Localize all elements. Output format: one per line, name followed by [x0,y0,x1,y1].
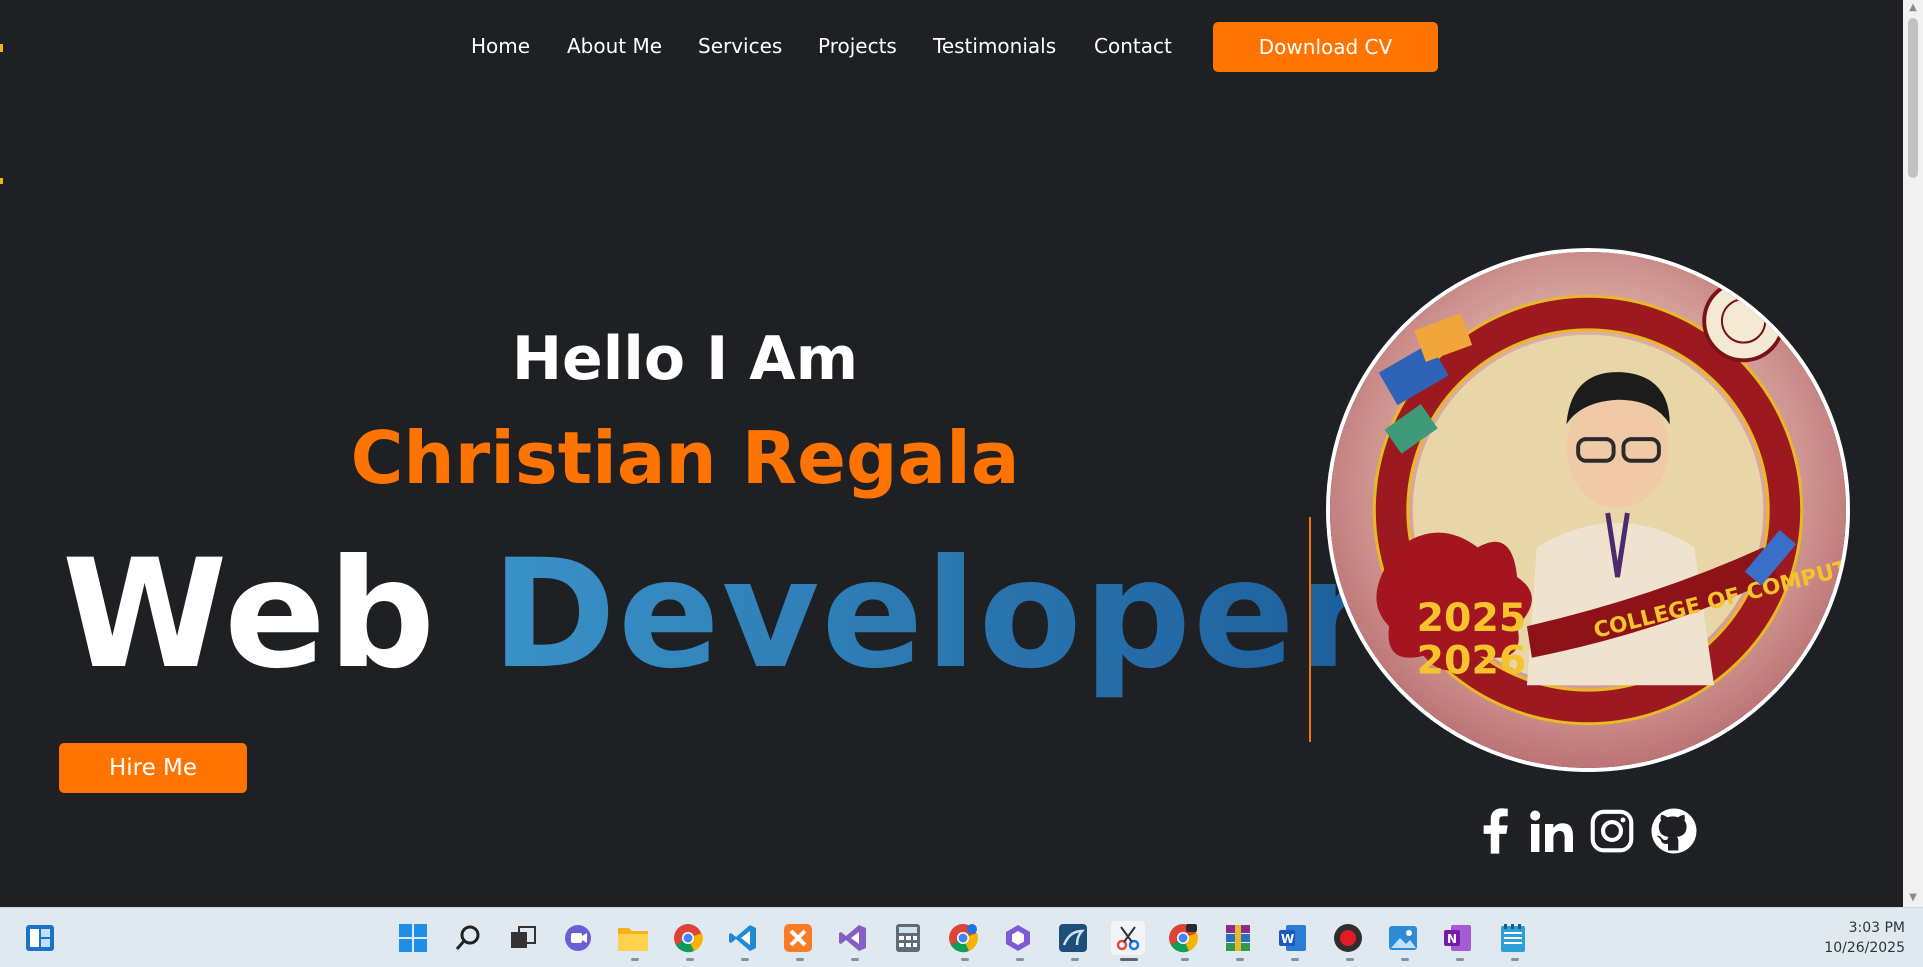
start-icon[interactable] [396,921,430,955]
teams-icon[interactable] [561,921,595,955]
scroll-down-icon[interactable]: ▼ [1907,892,1919,904]
hero-name: Christian Regala [350,416,1020,500]
clock-time: 3:03 PM [1848,920,1905,936]
page-scrollbar[interactable]: ▲ ▼ [1903,0,1923,907]
calculator-icon[interactable] [891,921,925,955]
word-icon[interactable]: W [1276,921,1310,955]
active-indicator [1120,958,1138,961]
typing-caret [1309,517,1311,742]
notepad-icon[interactable] [1496,921,1530,955]
profile-photo: COLLEGE OF COMPUTER STUDIES 2025 2026 [1326,248,1850,772]
linkedin-icon[interactable] [1527,806,1577,856]
page: Home About Me Services Projects Testimon… [0,0,1923,967]
winrar-icon[interactable] [1221,921,1255,955]
nav-contact[interactable]: Contact [1094,34,1172,58]
running-indicator [1346,958,1354,961]
chrome-canary-icon[interactable] [1166,921,1200,955]
instagram-icon[interactable] [1587,806,1637,856]
nav-services[interactable]: Services [698,34,782,58]
nav-about-me[interactable]: About Me [567,34,662,58]
clock-date: 10/26/2025 [1824,940,1905,956]
badge-year-1: 2025 [1417,595,1527,641]
widgets-icon[interactable] [23,921,57,955]
running-indicator [1181,958,1189,961]
running-indicator [1291,958,1299,961]
xampp-icon[interactable] [781,921,815,955]
obs-icon[interactable] [1331,921,1365,955]
hero-greeting: Hello I Am [511,324,859,394]
onenote-icon[interactable]: N [1441,921,1475,955]
nav-home[interactable]: Home [471,34,530,58]
download-cv-button[interactable]: Download CV [1213,22,1438,72]
badge-year-2: 2026 [1417,637,1527,683]
running-indicator [1071,958,1079,961]
hero-role: Web Developer [62,540,1373,690]
photos-icon[interactable] [1386,921,1420,955]
cube-app-icon[interactable] [1001,921,1035,955]
task-view-icon[interactable] [506,921,540,955]
file-explorer-icon[interactable] [616,921,650,955]
scroll-thumb[interactable] [1908,18,1918,178]
snipping-tool-icon[interactable] [1111,921,1145,955]
vscode-icon[interactable] [726,921,760,955]
windows-taskbar: W N 3:03 PM 10/26/2025 [0,907,1923,967]
nav-projects[interactable]: Projects [818,34,897,58]
github-icon[interactable] [1649,806,1699,856]
hero-role-word-1: Web [62,528,438,702]
svg-text:W: W [1281,932,1294,946]
running-indicator [1016,958,1024,961]
running-indicator [796,958,804,961]
running-indicator [961,958,969,961]
running-indicator [1511,958,1519,961]
hire-me-button[interactable]: Hire Me [59,743,247,793]
chrome-icon[interactable] [671,921,705,955]
facebook-icon[interactable] [1470,806,1520,856]
top-nav: Home About Me Services Projects Testimon… [0,20,1903,74]
svg-text:N: N [1447,932,1457,946]
visual-studio-icon[interactable] [836,921,870,955]
system-clock[interactable]: 3:03 PM 10/26/2025 [1824,918,1905,958]
running-indicator [1456,958,1464,961]
profile-badge-graphic: COLLEGE OF COMPUTER STUDIES 2025 2026 [1330,252,1846,768]
edge-marker [0,178,3,184]
chrome-profile-icon[interactable] [946,921,980,955]
running-indicator [741,958,749,961]
hero-role-word-2: Developer [491,528,1373,702]
running-indicator [1401,958,1409,961]
search-icon[interactable] [451,921,485,955]
scroll-up-icon[interactable]: ▲ [1907,2,1919,14]
running-indicator [686,958,694,961]
running-indicator [631,958,639,961]
running-indicator [851,958,859,961]
mysql-workbench-icon[interactable] [1056,921,1090,955]
nav-testimonials[interactable]: Testimonials [933,34,1056,58]
running-indicator [1236,958,1244,961]
